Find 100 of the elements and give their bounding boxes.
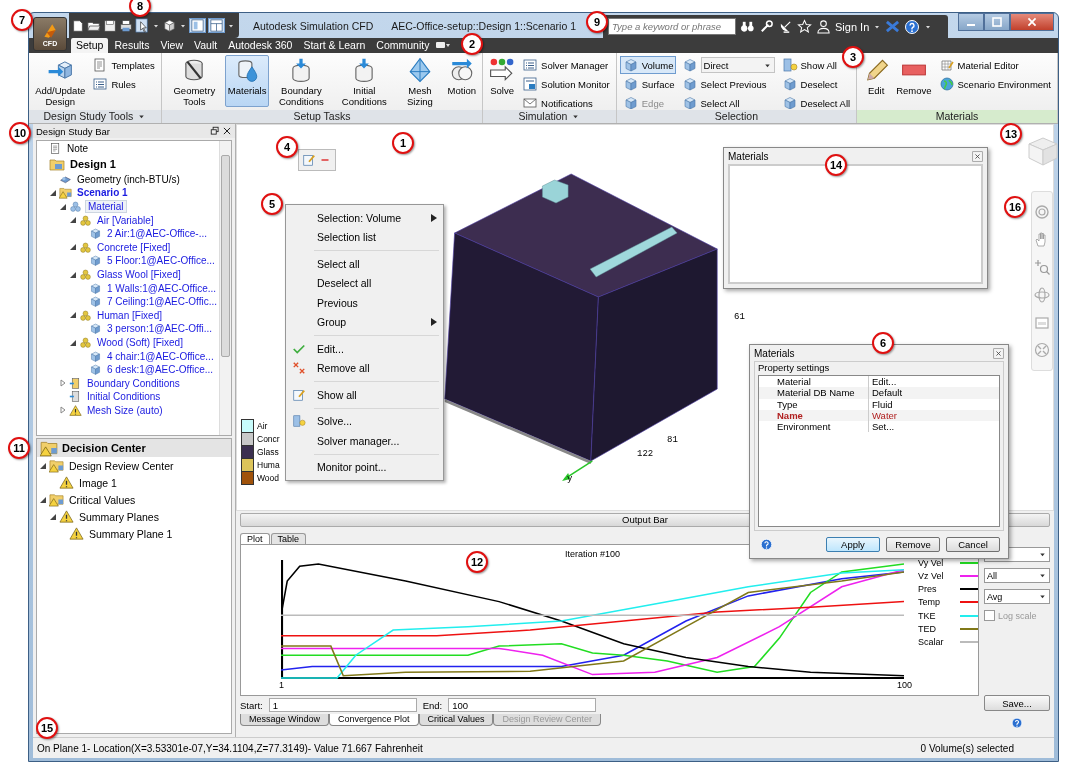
selection-toggle[interactable]: Surface xyxy=(619,75,678,93)
help-icon[interactable] xyxy=(1011,717,1023,729)
ribbon-button[interactable]: Show All xyxy=(778,56,840,74)
tree-item[interactable]: Scenario 1 xyxy=(75,187,130,199)
zoom-icon[interactable] xyxy=(1034,259,1050,276)
tree-item[interactable]: Summary Plane 1 xyxy=(87,527,175,540)
ribbon-button[interactable]: Deselect All xyxy=(778,94,854,109)
output-tab[interactable]: Message Window xyxy=(240,714,330,726)
selection-toggle[interactable]: Volume xyxy=(619,56,677,74)
tree-item[interactable]: 3 person:1@AEC-Offi... xyxy=(105,323,214,335)
menu-item[interactable]: Solver manager... xyxy=(286,431,443,451)
user-icon[interactable] xyxy=(816,19,831,34)
ribbon-tab[interactable]: View xyxy=(155,38,189,53)
end-field[interactable]: 100 xyxy=(448,698,597,712)
ribbon-button[interactable]: Deselect xyxy=(778,75,841,93)
tree-item[interactable]: Concrete [Fixed] xyxy=(95,241,173,253)
ribbon-button[interactable]: Add/Update Design xyxy=(32,55,89,107)
ribbon-button[interactable]: Materials xyxy=(224,55,270,107)
expander-icon[interactable] xyxy=(69,338,77,347)
ribbon-tab[interactable]: Setup xyxy=(71,38,109,53)
tree-item[interactable]: Design Review Center xyxy=(67,459,176,472)
tree-item[interactable]: 6 desk:1@AEC-Office... xyxy=(105,364,216,376)
menu-item[interactable]: Previous xyxy=(286,293,443,313)
output-tab[interactable]: Convergence Plot xyxy=(329,714,419,726)
star-icon[interactable] xyxy=(797,19,812,34)
help-icon[interactable] xyxy=(760,538,773,551)
ribbon-button[interactable]: Boundary Conditions xyxy=(270,55,333,107)
sign-in-link[interactable]: Sign In xyxy=(835,20,870,33)
tree-item[interactable]: Summary Planes xyxy=(77,510,161,523)
tree-item[interactable]: 2 Air:1@AEC-Office-... xyxy=(105,228,209,240)
ribbon-button[interactable]: Rules xyxy=(89,75,139,93)
expander-icon[interactable] xyxy=(69,311,77,320)
ribbon-button[interactable]: Mesh Sizing xyxy=(396,55,444,107)
tree-item[interactable]: 7 Ceiling:1@AEC-Offic... xyxy=(105,296,219,308)
expander-icon[interactable] xyxy=(39,461,47,470)
cube-icon[interactable] xyxy=(162,18,177,33)
panel-title[interactable]: Simulation xyxy=(483,110,616,123)
output-tab[interactable]: Critical Values xyxy=(418,714,494,726)
menu-item[interactable]: Solve... xyxy=(286,411,443,431)
satellite-dish-icon[interactable] xyxy=(778,19,793,34)
save-button[interactable]: Save... xyxy=(984,695,1050,711)
menu-item[interactable]: Selection: Volume xyxy=(286,208,443,228)
view-cube-icon[interactable] xyxy=(1026,134,1060,168)
ribbon-button[interactable]: Templates xyxy=(89,56,158,74)
cursor-icon[interactable] xyxy=(135,18,150,33)
menu-item[interactable]: Group xyxy=(286,312,443,332)
edit-icon[interactable] xyxy=(302,153,316,167)
tree-item[interactable]: Boundary Conditions xyxy=(85,377,182,389)
ribbon-tab[interactable]: Vault xyxy=(189,38,223,53)
tree-item[interactable]: Mesh Size (auto) xyxy=(85,405,165,416)
ribbon-tab[interactable]: Autodesk 360 xyxy=(223,38,298,53)
tree-item[interactable]: 4 chair:1@AEC-Office... xyxy=(105,350,216,362)
ribbon-button[interactable]: Solve xyxy=(486,55,519,107)
panes-icon[interactable] xyxy=(209,18,224,33)
menu-item[interactable]: Selection list xyxy=(286,227,443,247)
property-value[interactable]: Fluid xyxy=(869,398,999,410)
menu-item[interactable]: Select all xyxy=(286,254,443,274)
menu-item[interactable]: Monitor point... xyxy=(286,457,443,477)
ribbon-button[interactable]: Solver Manager xyxy=(519,56,612,74)
menu-item[interactable]: Remove all xyxy=(286,358,443,378)
property-value[interactable]: Default xyxy=(869,387,999,399)
restore-icon[interactable] xyxy=(210,126,220,136)
dropdown[interactable]: All xyxy=(984,568,1050,583)
ribbon-button[interactable]: Select All xyxy=(678,94,743,109)
expander-icon[interactable] xyxy=(69,216,77,225)
expander-icon[interactable] xyxy=(59,202,67,211)
scroll-thumb[interactable] xyxy=(221,155,230,357)
ribbon-tab[interactable]: Results xyxy=(109,38,155,53)
save-icon[interactable] xyxy=(103,18,117,33)
ribbon-button[interactable]: Solution Monitor xyxy=(519,75,613,93)
menu-item[interactable]: Edit... xyxy=(286,339,443,359)
scrollbar[interactable] xyxy=(219,141,231,435)
tree-item[interactable]: Image 1 xyxy=(77,476,119,489)
tree-item[interactable]: Geometry (inch-BTU/s) xyxy=(75,173,182,185)
start-field[interactable]: 1 xyxy=(268,698,417,712)
expander-icon[interactable] xyxy=(39,495,47,504)
wrench-icon[interactable] xyxy=(759,19,774,34)
close-icon[interactable] xyxy=(222,126,232,136)
selection-mode-dropdown[interactable]: Direct xyxy=(700,57,775,73)
ribbon-button[interactable]: Material Editor xyxy=(935,56,1022,74)
binoculars-icon[interactable] xyxy=(740,19,755,34)
tree-item[interactable]: Note xyxy=(65,143,91,155)
ribbon-tab[interactable]: Start & Learn xyxy=(298,38,371,53)
menu-item[interactable]: Deselect all xyxy=(286,273,443,293)
new-file-icon[interactable] xyxy=(71,18,85,33)
property-value[interactable]: Set... xyxy=(869,421,999,433)
print-icon[interactable] xyxy=(119,18,133,33)
tree-item[interactable]: Material xyxy=(85,200,127,214)
expander-icon[interactable] xyxy=(69,270,77,279)
tree-item[interactable]: Design 1 xyxy=(68,158,118,171)
panel-title[interactable]: Design Study Tools xyxy=(29,110,161,123)
property-value[interactable]: Edit... xyxy=(869,376,999,388)
dialog-button[interactable]: Cancel xyxy=(946,537,1000,552)
minimize-icon[interactable] xyxy=(958,13,984,31)
property-value[interactable]: Water xyxy=(869,409,999,422)
ribbon-button[interactable]: Geometry Tools xyxy=(164,55,224,107)
tree-item[interactable]: 1 Walls:1@AEC-Office... xyxy=(105,282,219,294)
dropdown[interactable]: Avg xyxy=(984,589,1050,604)
ribbon-button[interactable]: Select Previous xyxy=(678,75,770,93)
ribbon-button[interactable]: Initial Conditions xyxy=(333,55,396,107)
